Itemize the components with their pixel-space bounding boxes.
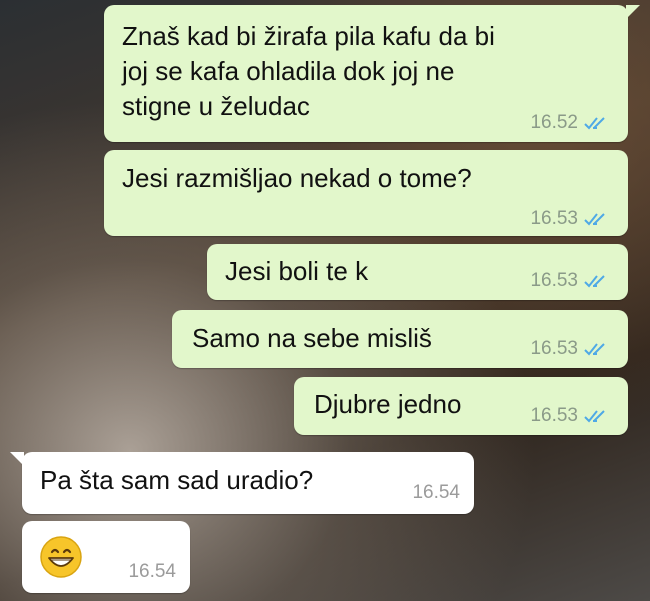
double-check-icon — [584, 275, 605, 288]
outgoing-message[interactable]: Djubre jedno 16.53 — [294, 377, 628, 435]
message-time: 16.53 — [530, 208, 578, 229]
outgoing-message[interactable]: Jesi boli te k 16.53 — [207, 244, 628, 300]
incoming-message[interactable]: 16.54 — [22, 521, 190, 593]
chat-thread: Znaš kad bi žirafa pila kafu da bi joj s… — [0, 0, 650, 601]
message-time: 16.53 — [530, 270, 578, 291]
message-meta: 16.53 — [530, 270, 610, 292]
bubble-tail — [10, 452, 24, 466]
message-time: 16.53 — [530, 338, 578, 359]
message-text: Znaš kad bi žirafa pila kafu da bi joj s… — [122, 21, 495, 121]
message-meta: 16.53 — [530, 208, 610, 230]
message-time: 16.54 — [412, 482, 460, 503]
message-text: Djubre jedno — [314, 389, 462, 419]
grinning-face-icon — [40, 536, 82, 578]
double-check-icon — [584, 117, 605, 130]
outgoing-message[interactable]: Znaš kad bi žirafa pila kafu da bi joj s… — [104, 5, 640, 142]
message-meta: 16.53 — [530, 338, 610, 360]
double-check-icon — [584, 343, 605, 356]
message-meta: 16.53 — [530, 405, 610, 427]
message-text: Jesi razmišljao nekad o tome? — [122, 163, 472, 193]
message-meta: 16.54 — [412, 482, 460, 504]
bubble-tail — [626, 5, 640, 19]
outgoing-message[interactable]: Samo na sebe misliš 16.53 — [172, 310, 628, 368]
message-meta: 16.52 — [530, 112, 610, 134]
message-time: 16.53 — [530, 405, 578, 426]
message-text: Pa šta sam sad uradio? — [40, 465, 314, 495]
double-check-icon — [584, 410, 605, 423]
message-time: 16.54 — [128, 561, 176, 582]
outgoing-message[interactable]: Jesi razmišljao nekad o tome? 16.53 — [104, 150, 628, 236]
message-text: Samo na sebe misliš — [192, 323, 432, 353]
message-time: 16.52 — [530, 112, 578, 133]
message-meta: 16.54 — [128, 561, 176, 583]
double-check-icon — [584, 213, 605, 226]
message-text: Jesi boli te k — [225, 256, 369, 286]
incoming-message[interactable]: Pa šta sam sad uradio? 16.54 — [10, 452, 474, 514]
